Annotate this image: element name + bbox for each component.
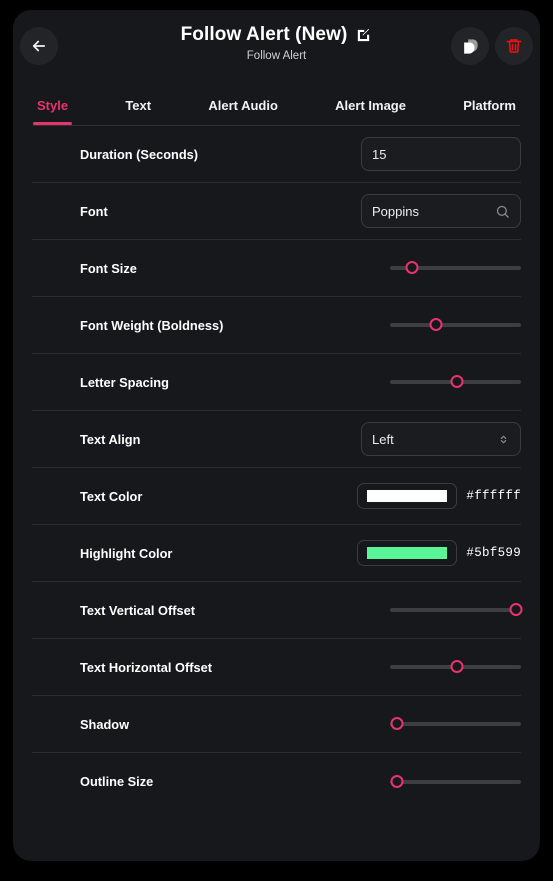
slider-handle[interactable] bbox=[450, 375, 464, 388]
row-control: Left bbox=[361, 422, 521, 456]
back-button[interactable] bbox=[20, 27, 58, 65]
row-label: Font Weight (Boldness) bbox=[80, 317, 224, 333]
row-label: Duration (Seconds) bbox=[80, 146, 199, 162]
row-outline-size: Outline Size bbox=[32, 753, 521, 810]
color-swatch bbox=[367, 547, 448, 559]
field-value: Poppins bbox=[372, 203, 419, 219]
row-label: Outline Size bbox=[80, 774, 154, 789]
font-input[interactable]: Poppins bbox=[361, 194, 521, 228]
slider-handle[interactable] bbox=[509, 603, 523, 616]
shadow-slider[interactable] bbox=[390, 714, 521, 734]
row-control bbox=[390, 258, 521, 278]
row-text-align: Text Align Left bbox=[32, 411, 521, 468]
row-control bbox=[390, 714, 521, 734]
page-title: Follow Alert (New) bbox=[180, 24, 348, 45]
row-control bbox=[390, 657, 521, 677]
slider-track bbox=[390, 779, 521, 784]
tab-alert-image[interactable]: Alert Image bbox=[331, 92, 410, 125]
field-value: 15 bbox=[372, 146, 387, 162]
tab-bar: Style Text Alert Audio Alert Image Platform bbox=[13, 92, 540, 125]
row-highlight-color: Highlight Color #5bf599 bbox=[32, 525, 521, 582]
row-duration-seconds: Duration (Seconds) 15 bbox=[32, 126, 521, 183]
chevron-updown-icon[interactable] bbox=[497, 432, 510, 447]
duplicate-button[interactable] bbox=[451, 27, 489, 65]
row-control: 15 bbox=[361, 137, 521, 171]
color-swatch bbox=[367, 490, 448, 502]
row-label: Text Align bbox=[80, 431, 141, 447]
delete-button[interactable] bbox=[495, 27, 533, 65]
row-control: #5bf599 bbox=[357, 540, 521, 566]
row-letter-spacing: Letter Spacing bbox=[32, 354, 521, 411]
row-control bbox=[390, 772, 521, 792]
row-font-size: Font Size bbox=[32, 240, 521, 297]
settings-rows: Duration (Seconds) 15 Font Poppins Font Size… bbox=[13, 126, 540, 810]
header: Follow Alert (New) Follow Alert bbox=[13, 10, 540, 82]
tab-style[interactable]: Style bbox=[33, 92, 73, 125]
slider-handle[interactable] bbox=[390, 774, 404, 788]
tab-alert-audio[interactable]: Alert Audio bbox=[204, 92, 282, 125]
slider-handle[interactable] bbox=[405, 261, 419, 274]
search-icon[interactable] bbox=[495, 204, 510, 219]
row-control bbox=[390, 600, 523, 620]
highlight-color-swatch-button[interactable] bbox=[357, 540, 458, 566]
slider-handle[interactable] bbox=[390, 717, 404, 730]
row-control bbox=[390, 315, 521, 335]
row-label: Text Horizontal Offset bbox=[80, 659, 213, 675]
letter-spacing-slider[interactable] bbox=[390, 372, 521, 392]
row-control bbox=[390, 372, 521, 392]
text-vertical-offset-slider[interactable] bbox=[390, 600, 523, 620]
slider-track bbox=[390, 608, 521, 612]
slider-handle[interactable] bbox=[450, 660, 464, 673]
slider-handle[interactable] bbox=[429, 318, 443, 331]
color-hex-value: #ffffff bbox=[466, 489, 521, 503]
color-hex-value: #5bf599 bbox=[466, 546, 521, 560]
font-weight-boldness-slider[interactable] bbox=[390, 315, 521, 335]
text-horizontal-offset-slider[interactable] bbox=[390, 657, 521, 677]
row-label: Highlight Color bbox=[80, 545, 173, 561]
row-label: Letter Spacing bbox=[80, 374, 169, 390]
outline-size-slider[interactable] bbox=[390, 772, 521, 792]
row-control: #ffffff bbox=[357, 483, 521, 509]
row-text-vertical-offset: Text Vertical Offset bbox=[32, 582, 523, 639]
row-label: Shadow bbox=[80, 716, 130, 732]
row-text-horizontal-offset: Text Horizontal Offset bbox=[32, 639, 521, 696]
field-value: Left bbox=[372, 431, 394, 447]
tab-text[interactable]: Text bbox=[121, 92, 155, 125]
text-align-input[interactable]: Left bbox=[361, 422, 521, 456]
row-label: Text Color bbox=[80, 488, 143, 504]
row-font: Font Poppins bbox=[32, 183, 521, 240]
text-color-swatch-button[interactable] bbox=[357, 483, 458, 509]
slider-track bbox=[390, 323, 521, 327]
duration-seconds-input[interactable]: 15 bbox=[361, 137, 521, 171]
row-control: Poppins bbox=[361, 194, 521, 228]
row-font-weight-boldness: Font Weight (Boldness) bbox=[32, 297, 521, 354]
row-text-color: Text Color #ffffff bbox=[32, 468, 521, 525]
edit-pencil-icon[interactable] bbox=[355, 27, 372, 44]
duplicate-icon bbox=[461, 37, 480, 56]
alert-settings-card: Follow Alert (New) Follow Alert Style Te… bbox=[13, 10, 540, 861]
font-size-slider[interactable] bbox=[390, 258, 521, 278]
arrow-left-icon bbox=[30, 37, 48, 55]
tab-platform[interactable]: Platform bbox=[459, 92, 520, 125]
row-label: Font Size bbox=[80, 260, 137, 276]
trash-icon bbox=[505, 37, 523, 55]
row-label: Font bbox=[80, 203, 108, 219]
row-label: Text Vertical Offset bbox=[80, 602, 195, 618]
row-shadow: Shadow bbox=[32, 696, 521, 753]
slider-track bbox=[390, 722, 521, 726]
